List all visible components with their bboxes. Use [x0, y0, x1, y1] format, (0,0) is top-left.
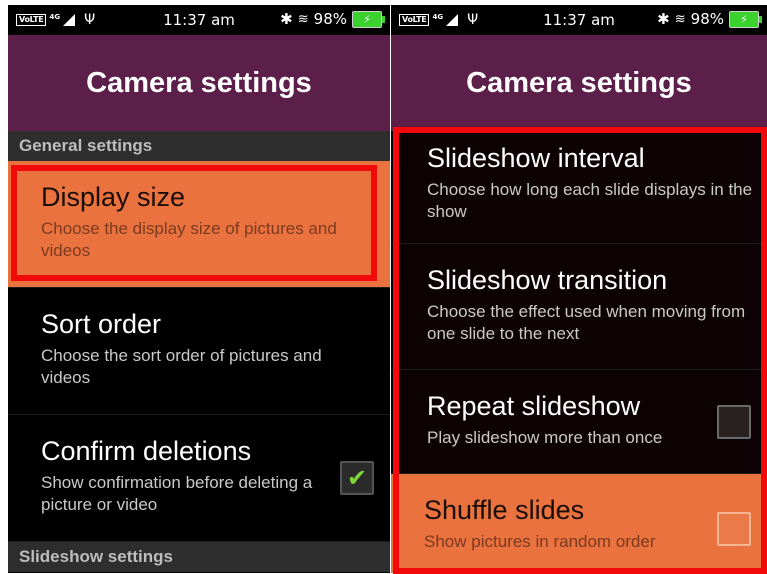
section-header-slideshow: Slideshow settings	[8, 542, 390, 572]
setting-summary: Show confirmation before deleting a pict…	[41, 473, 313, 514]
setting-title: Confirm deletions	[41, 436, 252, 466]
shuffle-slides-checkbox[interactable]	[717, 511, 751, 546]
right-phone-screen: VoLTE 4G Ψ 11:37 am ✱ ≋ 98% ⚡ Camera set…	[391, 5, 767, 573]
setting-summary: Choose the effect used when moving from …	[427, 302, 746, 343]
setting-confirm-deletions[interactable]: Confirm deletions Show confirmation befo…	[8, 415, 390, 542]
battery-percent: 98%	[313, 10, 347, 28]
app-bar: Camera settings	[391, 35, 767, 131]
setting-summary: Play slideshow more than once	[427, 428, 663, 447]
setting-title: Display size	[41, 182, 186, 212]
bluetooth-icon: ✱	[657, 10, 670, 28]
section-header-general: General settings	[8, 131, 390, 161]
confirm-deletions-checkbox[interactable]: ✔	[340, 461, 374, 495]
page-title: Camera settings	[466, 66, 692, 99]
setting-summary: Choose the sort order of pictures and vi…	[41, 346, 322, 387]
setting-shuffle-slides[interactable]: Shuffle slides Show pictures in random o…	[391, 474, 767, 573]
repeat-slideshow-checkbox[interactable]	[717, 404, 751, 439]
status-right-group: ✱ ≋ 98% ⚡	[657, 10, 762, 28]
left-phone-screen: VoLTE 4G Ψ 11:37 am ✱ ≋ 98% ⚡ Camera set…	[8, 5, 390, 573]
setting-slideshow-transition[interactable]: Slideshow transition Choose the effect u…	[391, 244, 767, 370]
battery-charging-icon: ⚡	[729, 10, 762, 28]
setting-title: Slideshow interval	[427, 143, 645, 173]
battery-charging-icon: ⚡	[352, 10, 385, 28]
setting-title: Shuffle slides	[424, 495, 585, 525]
setting-slideshow-interval[interactable]: Slideshow interval Choose how long each …	[391, 131, 767, 244]
vibrate-icon: ≋	[674, 11, 686, 27]
setting-title: Slideshow transition	[427, 265, 668, 295]
checkmark-icon: ✔	[346, 464, 368, 492]
setting-summary: Show pictures in random order	[424, 532, 656, 551]
bluetooth-icon: ✱	[280, 10, 293, 28]
battery-percent: 98%	[690, 10, 724, 28]
setting-sort-order[interactable]: Sort order Choose the sort order of pict…	[8, 288, 390, 415]
setting-title: Sort order	[41, 309, 162, 339]
setting-summary: Choose how long each slide displays in t…	[427, 180, 753, 221]
app-bar: Camera settings	[8, 35, 390, 131]
status-bar: VoLTE 4G Ψ 11:37 am ✱ ≋ 98% ⚡	[8, 5, 390, 35]
vibrate-icon: ≋	[297, 11, 309, 27]
setting-display-size[interactable]: Display size Choose the display size of …	[8, 161, 390, 288]
setting-summary: Choose the display size of pictures and …	[41, 219, 337, 260]
status-right-group: ✱ ≋ 98% ⚡	[280, 10, 385, 28]
status-bar: VoLTE 4G Ψ 11:37 am ✱ ≋ 98% ⚡	[391, 5, 767, 35]
setting-title: Repeat slideshow	[427, 391, 641, 421]
page-title: Camera settings	[86, 66, 312, 99]
setting-repeat-slideshow[interactable]: Repeat slideshow Play slideshow more tha…	[391, 370, 767, 474]
